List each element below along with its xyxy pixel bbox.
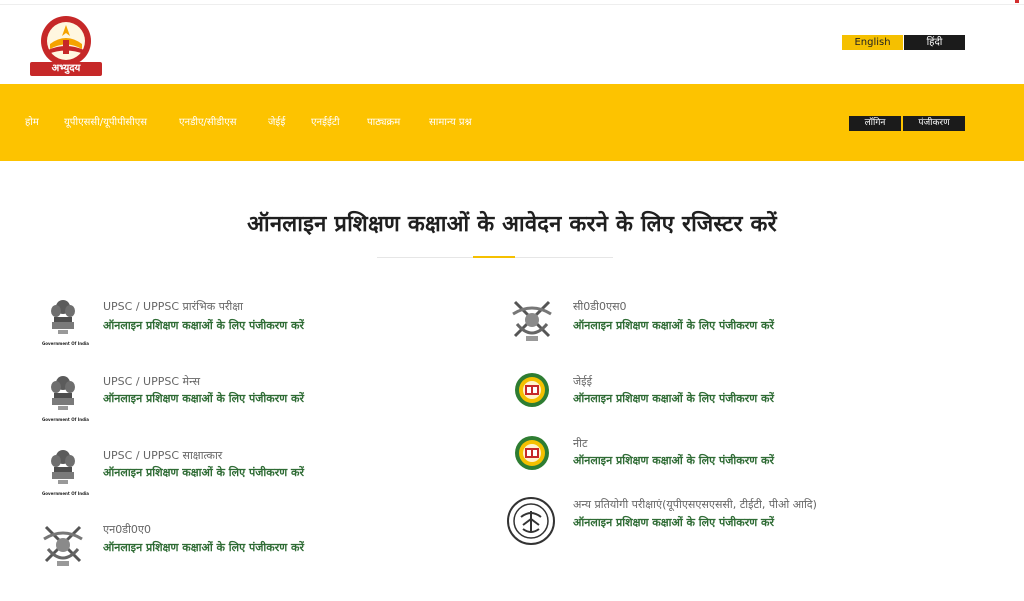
- page-title: ऑनलाइन प्रशिक्षण कक्षाओं के आवेदन करने क…: [247, 212, 777, 237]
- course-register-link[interactable]: ऑनलाइन प्रशिक्षण कक्षाओं के लिए पंजीकरण …: [573, 515, 774, 530]
- course-register-link[interactable]: ऑनलाइन प्रशिक्षण कक्षाओं के लिए पंजीकरण …: [573, 453, 774, 468]
- login-button[interactable]: लॉगिन: [849, 116, 901, 131]
- top-border: [0, 0, 1024, 5]
- main-navbar: होम यूपीएससी/यूपीपीसीएस एनडीए/सीडीएस जेई…: [0, 84, 1024, 161]
- course-register-link[interactable]: ऑनलाइन प्रशिक्षण कक्षाओं के लिए पंजीकरण …: [103, 540, 304, 555]
- nav-upsc-uppcs[interactable]: यूपीएससी/यूपीपीसीएस: [64, 116, 147, 130]
- nav-home[interactable]: होम: [25, 116, 39, 130]
- up-seal-icon: [507, 497, 555, 545]
- course-title: UPSC / UPPSC मेन्स: [103, 375, 201, 388]
- course-title: अन्य प्रतियोगी परीक्षाएं(यूपीएसएसएससी, ट…: [573, 498, 817, 511]
- site-logo[interactable]: अभ्युदय: [26, 14, 106, 78]
- course-title: एन0डी0ए0: [103, 523, 152, 536]
- course-register-link[interactable]: ऑनलाइन प्रशिक्षण कक्षाओं के लिए पंजीकरण …: [103, 391, 304, 406]
- emblem-caption: Government Of India: [42, 491, 90, 496]
- military-emblem-icon: [509, 298, 555, 344]
- emblem-icon: Government Of India: [42, 374, 90, 424]
- military-emblem-icon: [40, 523, 86, 569]
- nav-faq[interactable]: सामान्य प्रश्न: [429, 116, 472, 130]
- nav-nda-cds[interactable]: एनडीए/सीडीएस: [179, 116, 237, 130]
- logo-text: अभ्युदय: [51, 63, 81, 74]
- emblem-caption: Government Of India: [42, 417, 90, 422]
- nav-neet[interactable]: एनईईटी: [311, 116, 340, 130]
- course-title: जेईई: [573, 375, 592, 388]
- register-button[interactable]: पंजीकरण: [903, 116, 965, 131]
- course-title: नीट: [573, 437, 588, 450]
- language-hindi-button[interactable]: हिंदी: [904, 35, 965, 50]
- emblem-caption: Government Of India: [42, 341, 90, 346]
- emblem-icon: Government Of India: [42, 298, 90, 348]
- course-register-link[interactable]: ऑनलाइन प्रशिक्षण कक्षाओं के लिए पंजीकरण …: [103, 465, 304, 480]
- language-english-button[interactable]: English: [842, 35, 903, 50]
- emblem-icon: Government Of India: [42, 448, 90, 498]
- course-register-link[interactable]: ऑनलाइन प्रशिक्षण कक्षाओं के लिए पंजीकरण …: [103, 318, 304, 333]
- course-register-link[interactable]: ऑनलाइन प्रशिक्षण कक्षाओं के लिए पंजीकरण …: [573, 318, 774, 333]
- heading-divider-accent: [473, 256, 515, 258]
- course-title: सी0डी0एस0: [573, 300, 627, 313]
- nav-syllabus[interactable]: पाठ्यक्रम: [367, 116, 400, 130]
- exam-badge-icon: [514, 435, 550, 471]
- course-title: UPSC / UPPSC साक्षात्कार: [103, 449, 223, 462]
- course-title: UPSC / UPPSC प्रारंभिक परीक्षा: [103, 300, 243, 313]
- course-register-link[interactable]: ऑनलाइन प्रशिक्षण कक्षाओं के लिए पंजीकरण …: [573, 391, 774, 406]
- nav-jee[interactable]: जेईई: [268, 116, 285, 130]
- exam-badge-icon: [514, 372, 550, 408]
- top-corner-mark: [1015, 0, 1019, 3]
